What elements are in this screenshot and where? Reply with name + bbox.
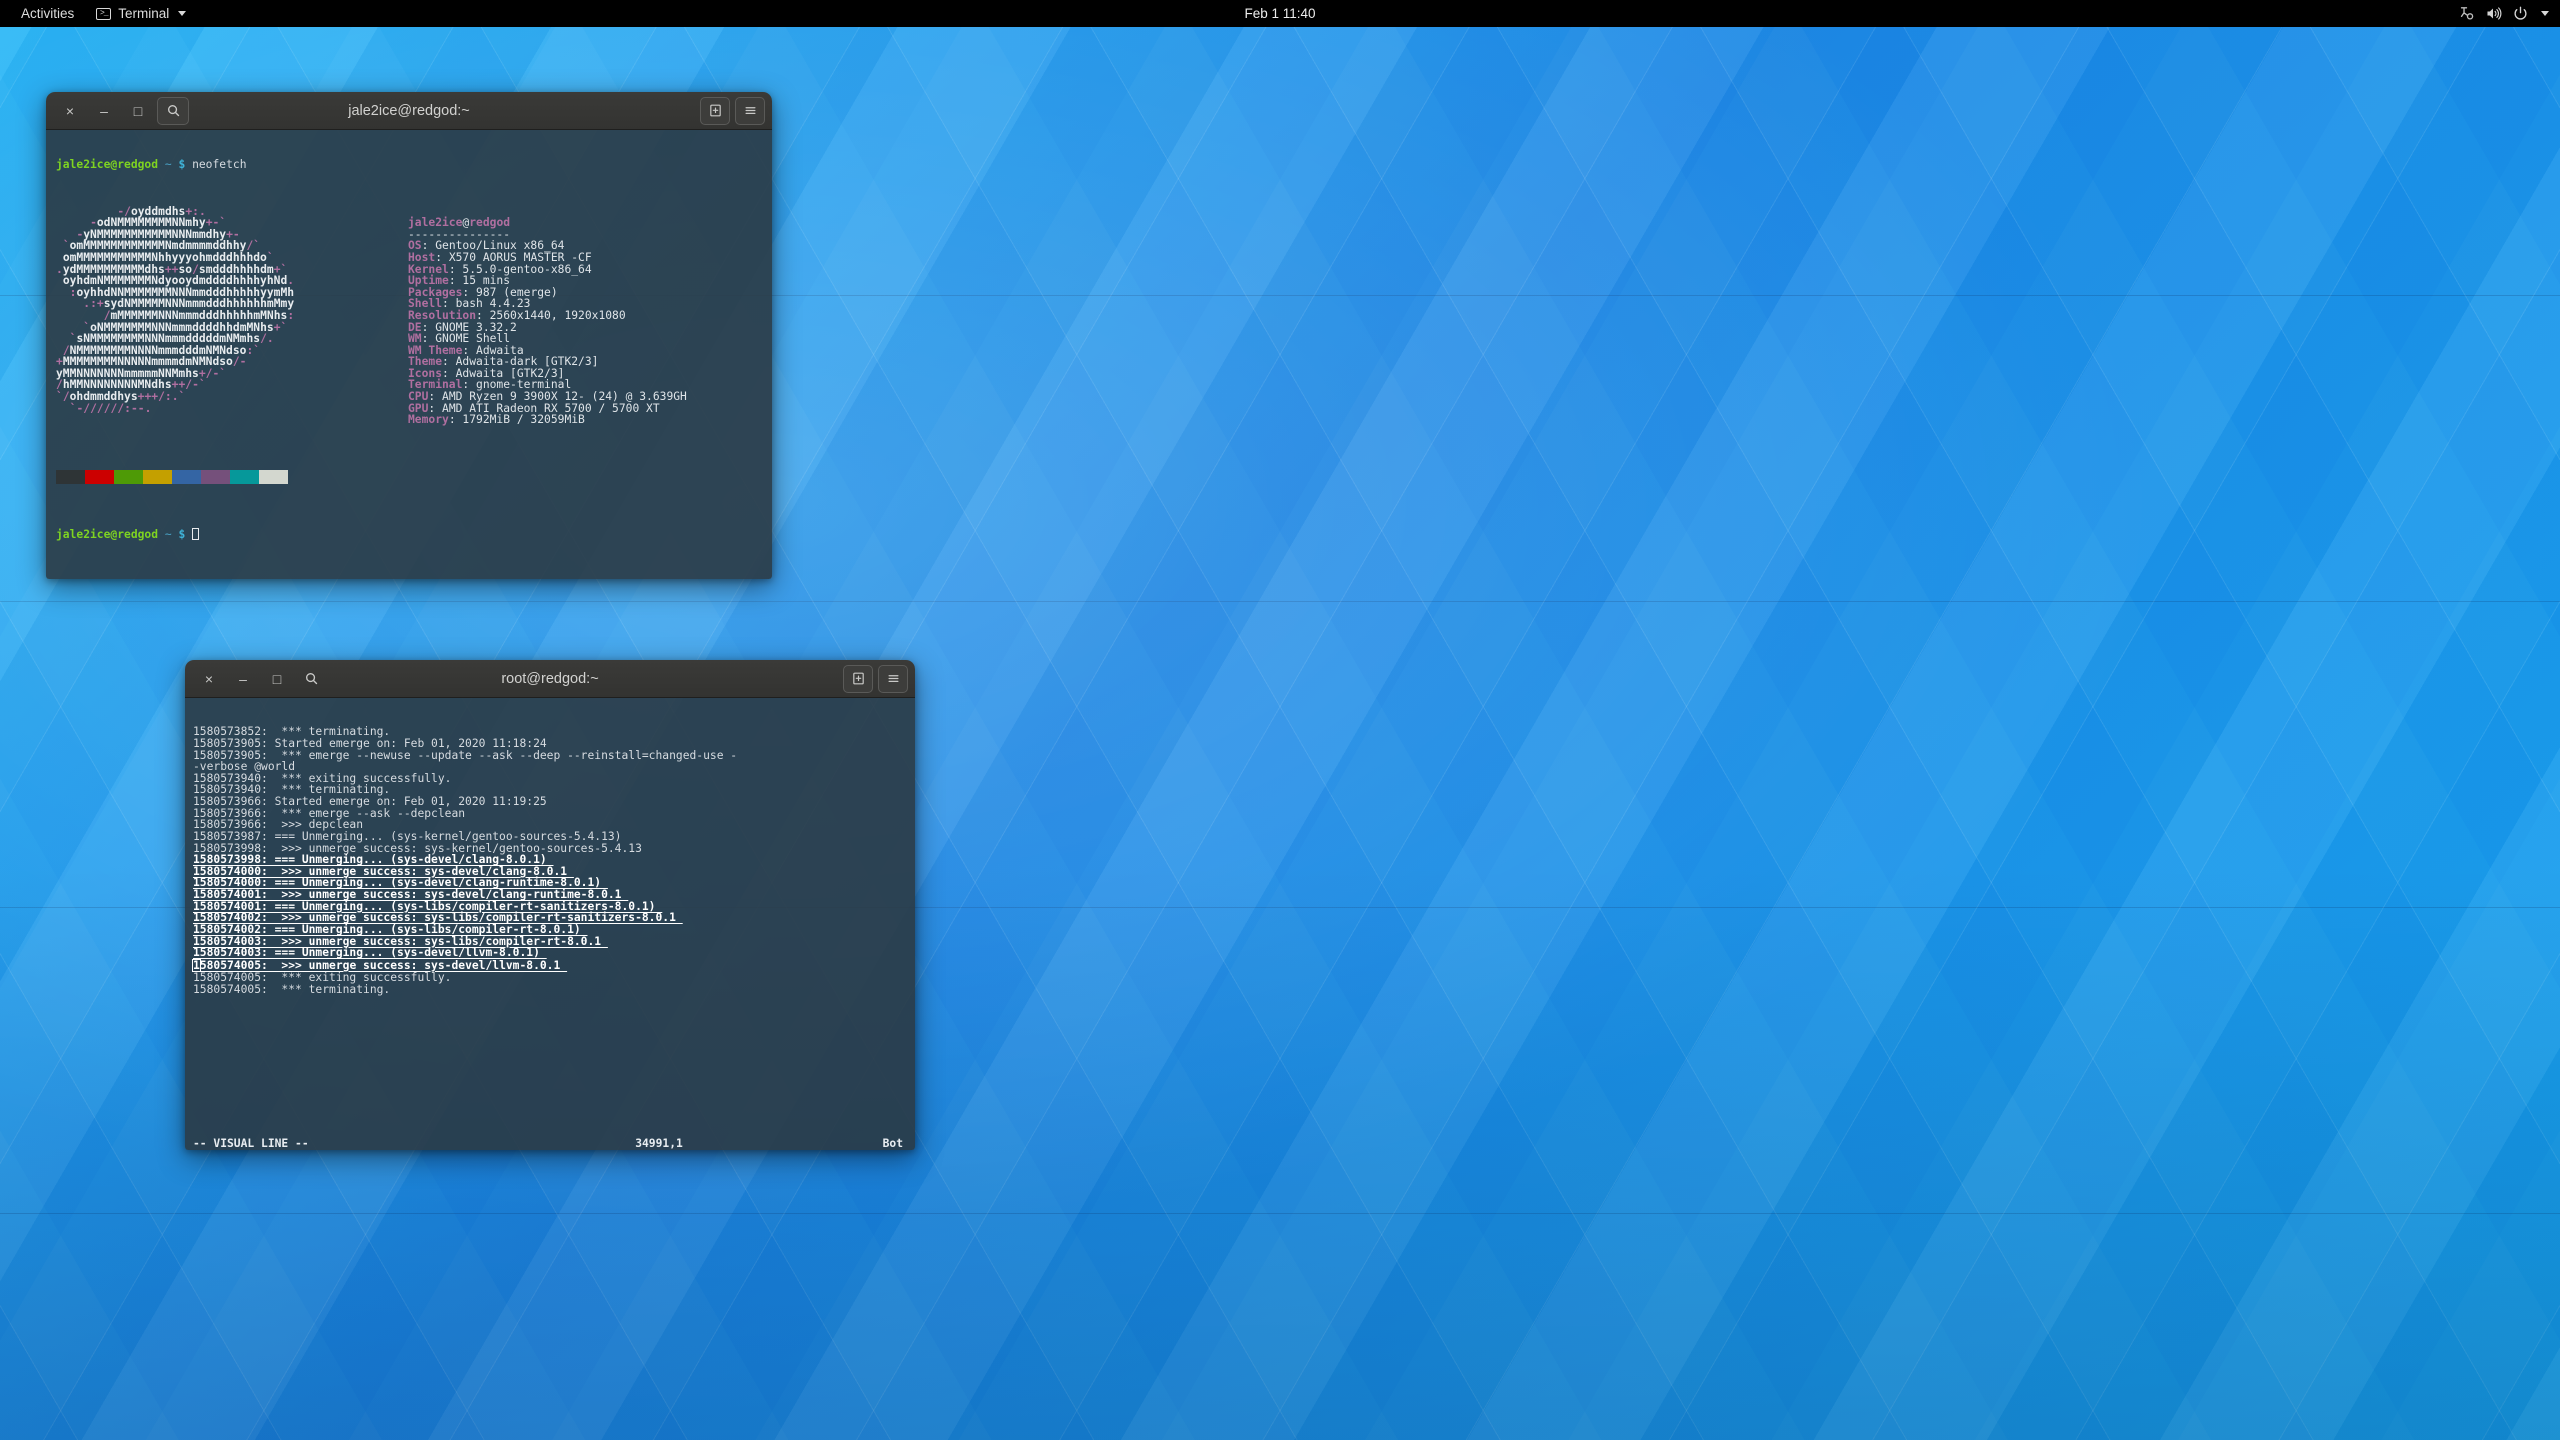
maximize-button[interactable]: □	[262, 666, 292, 692]
neofetch-header: jale2ice@redgod	[408, 217, 687, 229]
vim-buffer[interactable]: 1580573852: *** terminating.1580573905: …	[193, 726, 909, 995]
vim-buffer-line[interactable]: 1580573905: Started emerge on: Feb 01, 2…	[193, 738, 909, 750]
gnome-top-bar: Activities >_ Terminal Feb 1 11:40	[0, 0, 2560, 27]
palette-swatch	[172, 470, 201, 484]
vim-buffer-line[interactable]: -verbose @world	[193, 761, 909, 773]
terminal-window-neofetch[interactable]: × – □ jale2ice@redgod:~	[46, 92, 772, 579]
menu-button[interactable]	[878, 665, 908, 693]
search-icon	[166, 103, 181, 118]
shell-prompt-line: jale2ice@redgod ~ $ neofetch	[56, 159, 764, 171]
vim-buffer-line[interactable]: 1580573987: === Unmerging... (sys-kernel…	[193, 831, 909, 843]
hamburger-menu-icon	[743, 103, 758, 118]
neofetch-info-table: jale2ice@redgod---------------OS: Gentoo…	[408, 206, 687, 426]
prompt-command: neofetch	[185, 158, 246, 171]
terminal-content-neofetch[interactable]: jale2ice@redgod ~ $ neofetch -/oyddmdhs+…	[46, 130, 772, 579]
palette-swatch	[85, 470, 114, 484]
ascii-art-row: oyhdmNMMMMMMMNdyooydmddddhhhhyhNd.	[56, 275, 408, 287]
ascii-art-row: `sNMMMMMMMMNNNmmmdddddmNMmhs/.	[56, 333, 408, 345]
new-tab-icon	[708, 103, 723, 118]
prompt-path-2: ~	[165, 528, 172, 541]
menu-button[interactable]	[735, 97, 765, 125]
minimize-button[interactable]: –	[228, 666, 258, 692]
terminal-window-vim[interactable]: × – □ root@redgod:~	[185, 660, 915, 1150]
accessibility-icon	[2458, 5, 2475, 22]
vim-buffer-line[interactable]: 1580574005: *** terminating.	[193, 984, 909, 996]
maximize-button[interactable]: □	[123, 98, 153, 124]
prompt-symbol-2: $	[178, 528, 185, 541]
power-icon	[2512, 5, 2529, 22]
volume-icon	[2485, 5, 2502, 22]
vim-buffer-line[interactable]: 1580574002: === Unmerging... (sys-libs/c…	[193, 924, 909, 936]
titlebar-actions-vim	[843, 665, 908, 693]
window-title-neofetch: jale2ice@redgod:~	[46, 103, 772, 119]
vim-status-line: -- VISUAL LINE -- 34991,1 Bot	[185, 1137, 915, 1150]
new-tab-button[interactable]	[843, 665, 873, 693]
system-status-area[interactable]	[2458, 5, 2560, 22]
titlebar-neofetch[interactable]: × – □ jale2ice@redgod:~	[46, 92, 772, 130]
vim-mode-indicator: -- VISUAL LINE --	[193, 1138, 309, 1150]
palette-swatch	[143, 470, 172, 484]
search-button[interactable]	[157, 97, 189, 125]
titlebar-vim[interactable]: × – □ root@redgod:~	[185, 660, 915, 698]
ascii-art-row: `-//////:--.	[56, 403, 408, 415]
vim-cursor: 1	[192, 959, 201, 973]
minimize-button[interactable]: –	[89, 98, 119, 124]
prompt-path: ~	[165, 158, 172, 171]
palette-swatch	[114, 470, 143, 484]
vim-buffer-line[interactable]: 1580574005: >>> unmerge success: sys-dev…	[193, 959, 909, 973]
new-tab-icon	[851, 671, 866, 686]
activities-label: Activities	[21, 7, 74, 21]
neofetch-info-row: Memory: 1792MiB / 32059MiB	[408, 414, 687, 426]
new-tab-button[interactable]	[700, 97, 730, 125]
vim-buffer-line[interactable]: 1580573966: Started emerge on: Feb 01, 2…	[193, 796, 909, 808]
chevron-down-icon	[178, 11, 186, 16]
vim-cursor-position: 34991,1	[403, 1138, 915, 1150]
top-bar-left-group: Activities >_ Terminal	[0, 4, 195, 24]
ascii-art-row: /mMMMMMMNNNmmmdddhhhhhmMNhs:	[56, 310, 408, 322]
terminal-icon: >_	[96, 8, 111, 20]
vim-buffer-line[interactable]: 1580573905: *** emerge --newuse --update…	[193, 750, 909, 762]
vim-buffer-line[interactable]: 1580574001: >>> unmerge success: sys-dev…	[193, 889, 909, 901]
palette-swatch	[56, 470, 85, 484]
palette-swatch	[201, 470, 230, 484]
window-title-vim: root@redgod:~	[185, 671, 915, 687]
neofetch-info-value: 1792MiB / 32059MiB	[462, 413, 584, 426]
terminal-content-vim[interactable]: 1580573852: *** terminating.1580573905: …	[185, 698, 915, 1150]
hamburger-menu-icon	[886, 671, 901, 686]
close-button[interactable]: ×	[194, 666, 224, 692]
chevron-down-icon[interactable]	[2541, 11, 2549, 16]
text-cursor	[192, 528, 199, 540]
terminal-color-palette	[56, 470, 764, 484]
close-button[interactable]: ×	[55, 98, 85, 124]
clock-label[interactable]: Feb 1 11:40	[1244, 6, 1315, 21]
prompt-user: jale2ice@redgod	[56, 158, 158, 171]
palette-swatch	[230, 470, 259, 484]
search-button[interactable]	[296, 666, 326, 692]
ascii-art-row: omMMMMMMMMMMMNhhyyyohmdddhhhdo`	[56, 252, 408, 264]
titlebar-actions-neofetch	[700, 97, 765, 125]
prompt-user-2: jale2ice@redgod	[56, 528, 158, 541]
vim-buffer-line[interactable]: 1580573998: === Unmerging... (sys-devel/…	[193, 854, 909, 866]
shell-prompt-line-2: jale2ice@redgod ~ $	[56, 528, 764, 541]
vim-buffer-line[interactable]: 1580574003: === Unmerging... (sys-devel/…	[193, 947, 909, 959]
palette-swatch	[259, 470, 288, 484]
clock-area: Feb 1 11:40	[0, 6, 2560, 21]
activities-button[interactable]: Activities	[12, 4, 83, 24]
gentoo-ascii-logo: -/oyddmdhs+:. -odNMMMMMMMMNNmhy+-` -yNMM…	[56, 206, 408, 426]
app-menu-label: Terminal	[118, 7, 169, 21]
neofetch-info-key: Memory	[408, 413, 449, 426]
app-menu-button[interactable]: >_ Terminal	[87, 4, 195, 24]
search-icon	[304, 671, 319, 686]
neofetch-output: -/oyddmdhs+:. -odNMMMMMMMMNNmhy+-` -yNMM…	[56, 206, 764, 426]
